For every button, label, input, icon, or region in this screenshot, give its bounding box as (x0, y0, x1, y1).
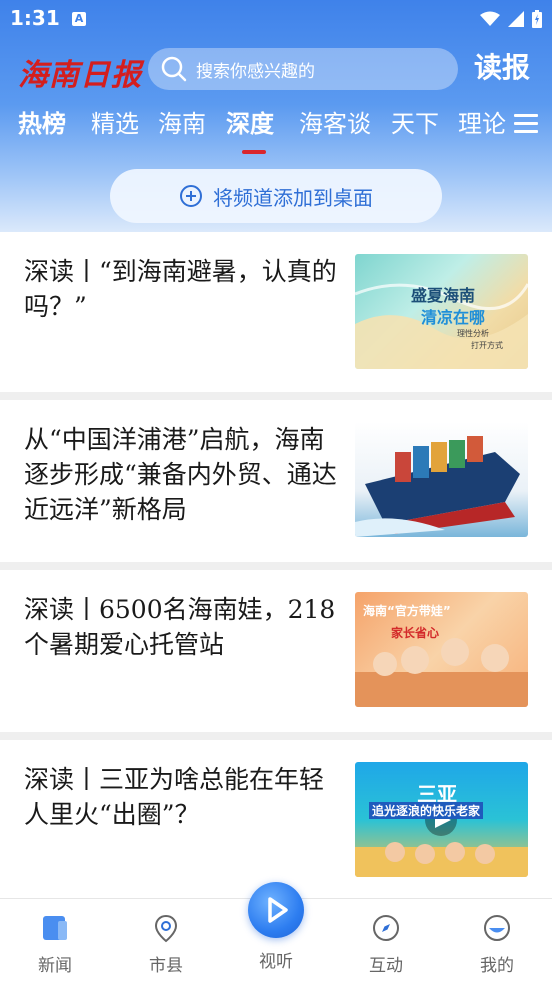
tab-world[interactable]: 天下 (391, 104, 439, 139)
compass-icon (373, 915, 399, 941)
search-bar[interactable]: 搜索你感兴趣的 (148, 48, 458, 90)
menu-icon[interactable] (514, 114, 538, 134)
thumb-text: 理性分析 (457, 329, 489, 338)
ship-illustration (355, 436, 520, 537)
wifi-icon (480, 11, 500, 26)
article-item[interactable]: 深读丨“到海南避暑，认真的吗？” 盛夏海南 清凉在哪 理性分析 打开方式 (0, 232, 552, 392)
thumb-text: 清凉在哪 (421, 308, 486, 327)
nav-media[interactable]: 视听 (236, 943, 316, 972)
article-item[interactable]: 深读丨6500名海南娃，218个暑期爱心托管站 海南“官方带娃” 家长省心 (0, 570, 552, 732)
nav-label: 新闻 (38, 956, 72, 976)
read-paper-label: 读报 (474, 51, 531, 84)
location-pin-icon (154, 914, 178, 943)
article-thumbnail: 三亚 追光逐浪的快乐老家 (355, 762, 528, 877)
app-logo[interactable]: 海南日报 (18, 50, 142, 94)
nav-label: 互动 (369, 956, 403, 976)
status-bar: 1:31 A (10, 6, 542, 34)
thumb-text: 海南“官方带娃” (363, 604, 451, 618)
thumb-text: 追光逐浪的快乐老家 (369, 802, 484, 819)
nav-news[interactable]: 新闻 (15, 913, 95, 976)
article-title: 深读丨“到海南避暑，认真的吗？” (24, 257, 337, 321)
notification-icon: A (72, 12, 86, 26)
article-item[interactable]: 从“中国洋浦港”启航，海南逐步形成“兼备内外贸、通达近远洋”新格局 (0, 400, 552, 562)
header: 1:31 A 海南日报 搜索你感兴趣的 读报 热榜 精选 海南 深度 海客谈 天… (0, 0, 552, 232)
tab-hot[interactable]: 热榜 (18, 104, 66, 139)
article-thumbnail: 海南“官方带娃” 家长省心 (355, 592, 528, 707)
thumb-text: 盛夏海南 (411, 286, 476, 305)
search-placeholder: 搜索你感兴趣的 (196, 61, 315, 82)
tab-haiketan[interactable]: 海客谈 (299, 104, 371, 139)
play-icon (268, 897, 288, 923)
nav-label: 市县 (149, 956, 183, 976)
channel-tabs: 热榜 精选 海南 深度 海客谈 天下 理论 (0, 104, 552, 160)
article-title: 深读丨三亚为啥总能在年轻人里火“出圈”？ (24, 765, 325, 829)
status-icons (480, 10, 542, 28)
tab-theory[interactable]: 理论 (458, 104, 506, 139)
profile-icon (484, 915, 510, 941)
tab-featured[interactable]: 精选 (91, 104, 139, 139)
tab-depth[interactable]: 深度 (226, 104, 274, 139)
article-title: 从“中国洋浦港”启航，海南逐步形成“兼备内外贸、通达近远洋”新格局 (24, 425, 337, 524)
signal-icon (508, 11, 524, 27)
thumb-text: 家长省心 (391, 626, 440, 640)
thumb-text: 打开方式 (471, 341, 503, 350)
media-play-button[interactable] (248, 882, 304, 938)
article-thumbnail: 盛夏海南 清凉在哪 理性分析 打开方式 (355, 254, 528, 369)
search-icon (161, 56, 187, 82)
nav-label: 视听 (259, 952, 293, 972)
tab-hainan[interactable]: 海南 (158, 104, 206, 139)
read-paper-button[interactable]: 读报 (474, 46, 538, 90)
news-icon (43, 916, 67, 940)
add-to-desktop-label: 将频道添加到桌面 (213, 185, 373, 210)
article-title: 深读丨6500名海南娃，218个暑期爱心托管站 (24, 595, 336, 659)
status-time: 1:31 (10, 6, 60, 30)
add-to-desktop-button[interactable]: 将频道添加到桌面 (110, 169, 442, 223)
nav-interact[interactable]: 互动 (346, 913, 426, 976)
nav-mine[interactable]: 我的 (457, 913, 537, 976)
active-tab-indicator (242, 150, 266, 154)
nav-label: 我的 (480, 956, 514, 976)
article-thumbnail (355, 422, 528, 537)
top-bar: 海南日报 搜索你感兴趣的 读报 (0, 46, 552, 94)
add-circle-icon (180, 185, 202, 207)
nav-cities[interactable]: 市县 (126, 913, 206, 976)
battery-icon (532, 10, 542, 28)
